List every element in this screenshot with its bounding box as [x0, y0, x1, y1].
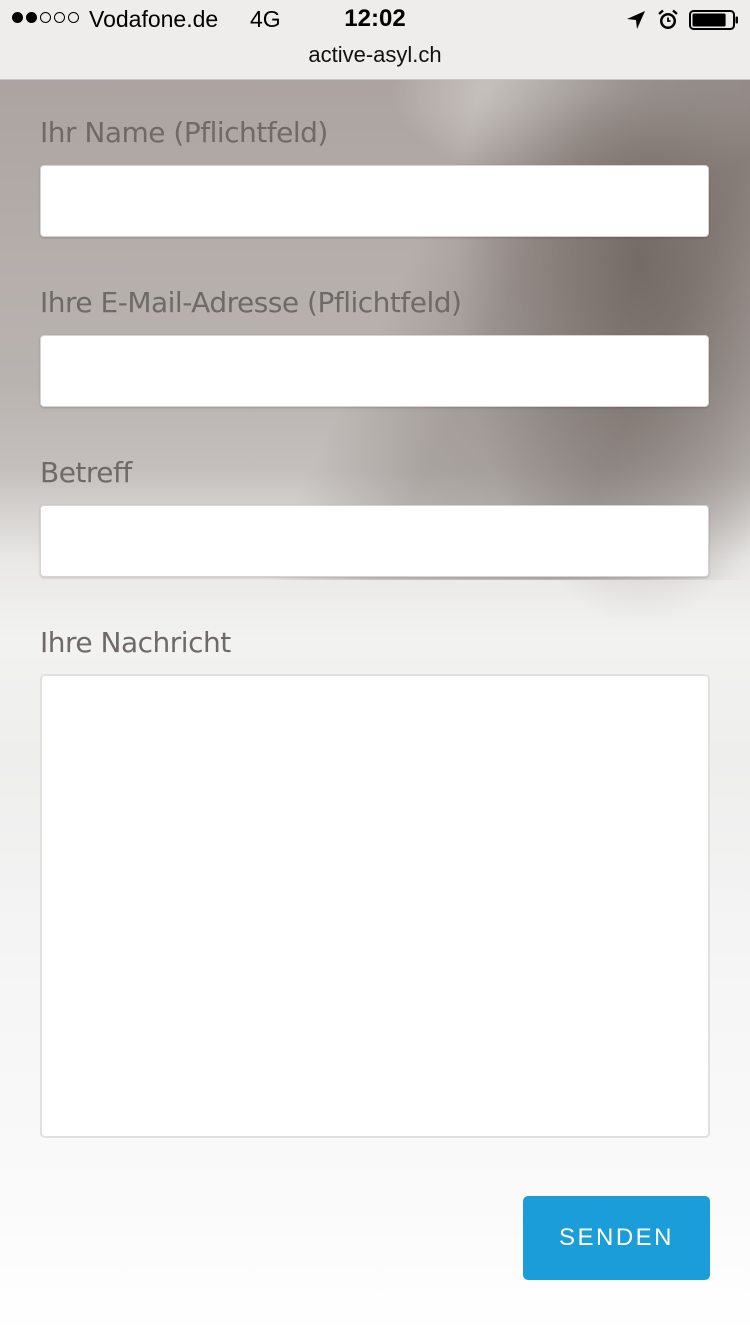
alarm-clock-icon [658, 9, 678, 29]
status-bar: Vodafone.de 4G 12:02 [0, 0, 750, 40]
name-input[interactable] [40, 165, 709, 237]
battery-icon [689, 10, 738, 30]
subject-label: Betreff [40, 456, 132, 489]
email-label: Ihre E-Mail-Adresse (Pflichtfeld) [40, 286, 462, 319]
subject-input[interactable] [40, 505, 709, 577]
browser-url-bar[interactable]: active-asyl.ch [0, 40, 750, 80]
name-label: Ihr Name (Pflichtfeld) [40, 116, 328, 149]
message-textarea[interactable] [40, 674, 710, 1138]
message-label: Ihre Nachricht [40, 626, 231, 659]
screen: Vodafone.de 4G 12:02 active-asyl.ch Ihr … [0, 0, 750, 1334]
email-input[interactable] [40, 335, 709, 407]
send-button[interactable]: SENDEN [523, 1196, 710, 1280]
location-arrow-icon [627, 11, 645, 29]
url-text[interactable]: active-asyl.ch [0, 42, 750, 68]
battery-level-fill [692, 13, 726, 27]
